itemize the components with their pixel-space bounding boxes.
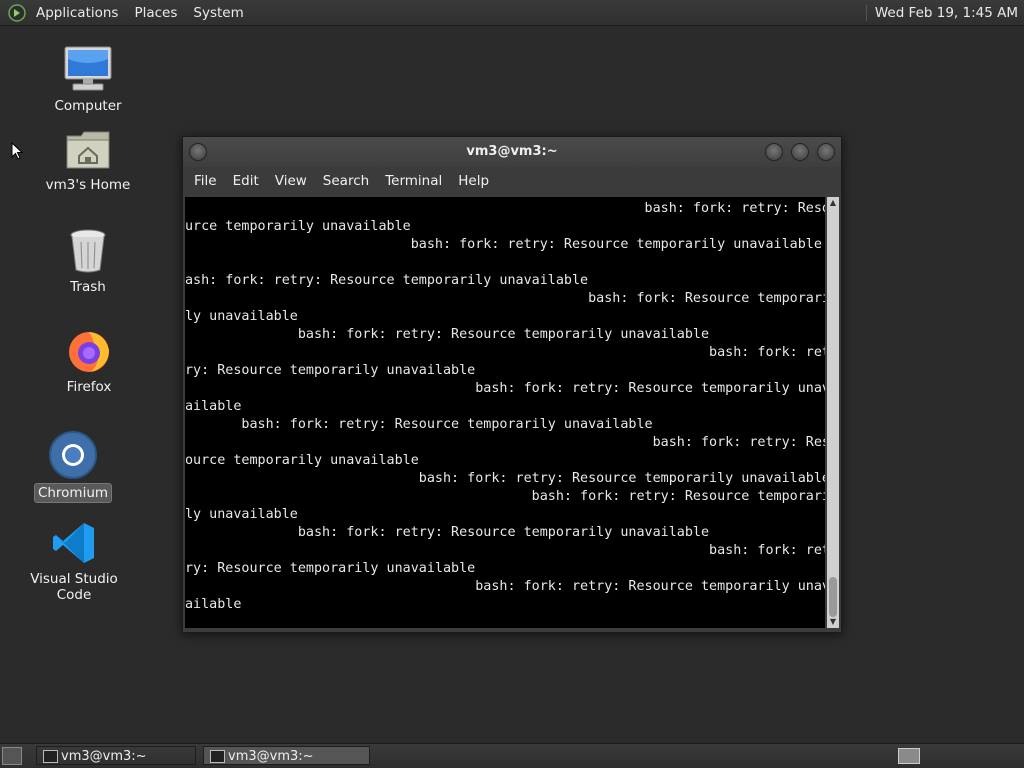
terminal-window[interactable]: vm3@vm3:~ File Edit View Search Terminal… (182, 136, 842, 633)
vscode-icon (53, 523, 94, 563)
menu-file[interactable]: File (186, 173, 225, 189)
desktop-icon-home[interactable]: vm3's Home (28, 128, 148, 194)
terminal-menubar: File Edit View Search Terminal Help (183, 167, 841, 195)
home-folder-icon (66, 131, 110, 169)
workspace-switcher[interactable] (898, 748, 920, 764)
taskbar-item-terminal-2[interactable]: vm3@vm3:~ (203, 746, 370, 765)
trash-icon (70, 229, 106, 273)
window-menu-button[interactable] (189, 143, 207, 161)
window-titlebar[interactable]: vm3@vm3:~ (183, 137, 841, 167)
desktop-icon-firefox[interactable]: Firefox (29, 326, 149, 396)
desktop-icon-label: Firefox (66, 379, 112, 395)
desktop-icon-computer[interactable]: Computer (28, 45, 148, 115)
window-title: vm3@vm3:~ (466, 144, 558, 159)
scroll-up-arrow-icon[interactable]: ▲ (827, 197, 839, 209)
taskbar-item-label: vm3@vm3:~ (228, 749, 314, 764)
scroll-thumb[interactable] (829, 577, 837, 617)
places-menu[interactable]: Places (126, 5, 185, 21)
minimize-button[interactable] (765, 143, 783, 161)
desktop-icon-label: Visual Studio Code (30, 571, 118, 603)
menu-search[interactable]: Search (315, 173, 377, 189)
taskbar-item-label: vm3@vm3:~ (61, 749, 147, 764)
close-button[interactable] (817, 143, 835, 161)
bottom-taskbar: vm3@vm3:~ vm3@vm3:~ (0, 743, 1024, 768)
mouse-cursor-icon (11, 142, 23, 160)
menu-view[interactable]: View (267, 173, 315, 189)
terminal-small-icon (210, 750, 225, 763)
desktop-icon-vscode[interactable]: Visual Studio Code (14, 520, 134, 604)
system-menu[interactable]: System (185, 5, 251, 21)
panel-separator (865, 4, 867, 21)
menu-edit[interactable]: Edit (225, 173, 267, 189)
terminal-small-icon (43, 750, 58, 763)
distro-logo-icon[interactable] (8, 3, 26, 22)
applications-menu[interactable]: Applications (28, 5, 126, 21)
computer-icon (64, 46, 112, 91)
desktop-icon-label: Computer (54, 98, 122, 114)
taskbar-item-terminal-1[interactable]: vm3@vm3:~ (36, 746, 196, 765)
desktop-icon-trash[interactable]: Trash (28, 228, 148, 296)
menu-terminal[interactable]: Terminal (377, 173, 450, 189)
clock[interactable]: Wed Feb 19, 1:45 AM (875, 5, 1024, 21)
desktop-icon-label: Trash (70, 279, 106, 295)
menu-help[interactable]: Help (450, 173, 497, 189)
terminal-text: bash: fork: retry: Reso urce temporarily… (185, 201, 825, 612)
top-panel: Applications Places System Wed Feb 19, 1… (0, 0, 1024, 26)
terminal-scrollbar[interactable]: ▲ ▼ (827, 197, 839, 628)
scroll-down-arrow-icon[interactable]: ▼ (827, 616, 839, 628)
desktop-icon-label: Chromium (33, 483, 113, 503)
maximize-button[interactable] (791, 143, 809, 161)
desktop-icon-label: vm3's Home (45, 177, 131, 193)
show-desktop-icon[interactable] (2, 747, 22, 765)
firefox-icon (69, 332, 109, 372)
desktop-icon-chromium[interactable]: Chromium (13, 430, 133, 503)
chromium-icon (49, 431, 97, 479)
terminal-output[interactable]: bash: fork: retry: Reso urce temporarily… (185, 197, 825, 628)
